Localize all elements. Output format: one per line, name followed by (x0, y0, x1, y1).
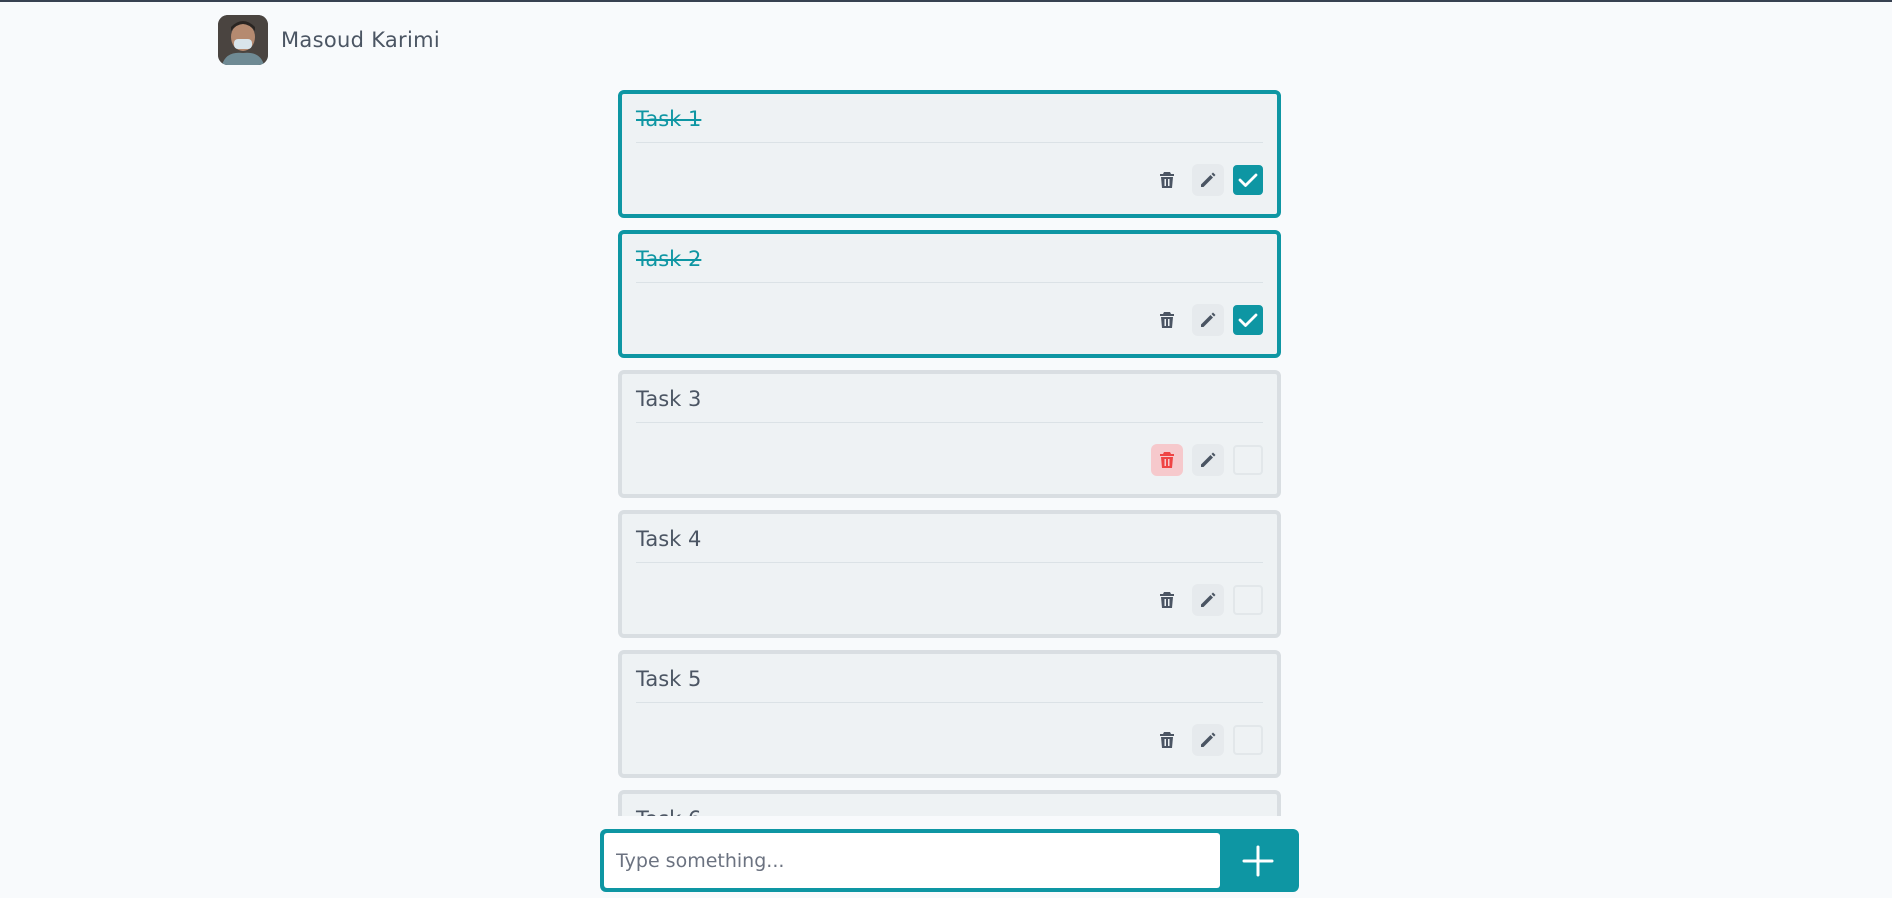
task-divider (636, 562, 1263, 563)
task-card: Task 6 (618, 790, 1281, 816)
pencil-icon (1201, 172, 1216, 187)
task-divider (636, 702, 1263, 703)
task-list[interactable]: Task 1 Task 2 Task 3 Task 4 Task 5 (618, 90, 1281, 816)
trash-icon (1160, 312, 1174, 328)
top-border (0, 0, 1892, 2)
task-card: Task 1 (618, 90, 1281, 218)
header: Masoud Karimi (218, 15, 440, 65)
task-title: Task 3 (636, 387, 702, 411)
task-title: Task 2 (636, 247, 702, 271)
task-divider (636, 282, 1263, 283)
edit-button[interactable] (1192, 584, 1224, 616)
trash-icon (1160, 452, 1174, 468)
task-divider (636, 142, 1263, 143)
task-actions (1151, 164, 1263, 196)
task-actions (1151, 304, 1263, 336)
task-title: Task 6 (636, 806, 701, 816)
delete-button[interactable] (1151, 304, 1183, 336)
edit-button[interactable] (1192, 304, 1224, 336)
pencil-icon (1201, 592, 1216, 607)
pencil-icon (1201, 452, 1216, 467)
task-divider (636, 422, 1263, 423)
user-avatar-icon (218, 15, 268, 65)
task-complete-checkbox[interactable] (1233, 445, 1263, 475)
task-complete-checkbox[interactable] (1233, 585, 1263, 615)
check-icon (1238, 173, 1258, 187)
task-card: Task 2 (618, 230, 1281, 358)
task-complete-checkbox[interactable] (1233, 725, 1263, 755)
task-actions (1151, 584, 1263, 616)
plus-icon (1242, 845, 1273, 876)
add-task-button[interactable] (1220, 833, 1295, 888)
task-actions (1151, 724, 1263, 756)
task-input[interactable] (604, 833, 1220, 888)
user-name: Masoud Karimi (281, 28, 441, 52)
task-actions (1151, 444, 1263, 476)
edit-button[interactable] (1192, 444, 1224, 476)
avatar[interactable] (218, 15, 268, 65)
check-icon (1238, 313, 1258, 327)
edit-button[interactable] (1192, 164, 1224, 196)
task-title: Task 4 (636, 527, 702, 551)
add-task-bar (600, 829, 1299, 892)
task-title: Task 1 (636, 107, 702, 131)
delete-button[interactable] (1151, 444, 1183, 476)
task-card: Task 4 (618, 510, 1281, 638)
task-title: Task 5 (636, 667, 702, 691)
pencil-icon (1201, 732, 1216, 747)
pencil-icon (1201, 312, 1216, 327)
task-card: Task 3 (618, 370, 1281, 498)
task-card: Task 5 (618, 650, 1281, 778)
delete-button[interactable] (1151, 584, 1183, 616)
trash-icon (1160, 732, 1174, 748)
delete-button[interactable] (1151, 724, 1183, 756)
task-complete-checkbox[interactable] (1233, 165, 1263, 195)
task-complete-checkbox[interactable] (1233, 305, 1263, 335)
edit-button[interactable] (1192, 724, 1224, 756)
trash-icon (1160, 592, 1174, 608)
delete-button[interactable] (1151, 164, 1183, 196)
trash-icon (1160, 172, 1174, 188)
